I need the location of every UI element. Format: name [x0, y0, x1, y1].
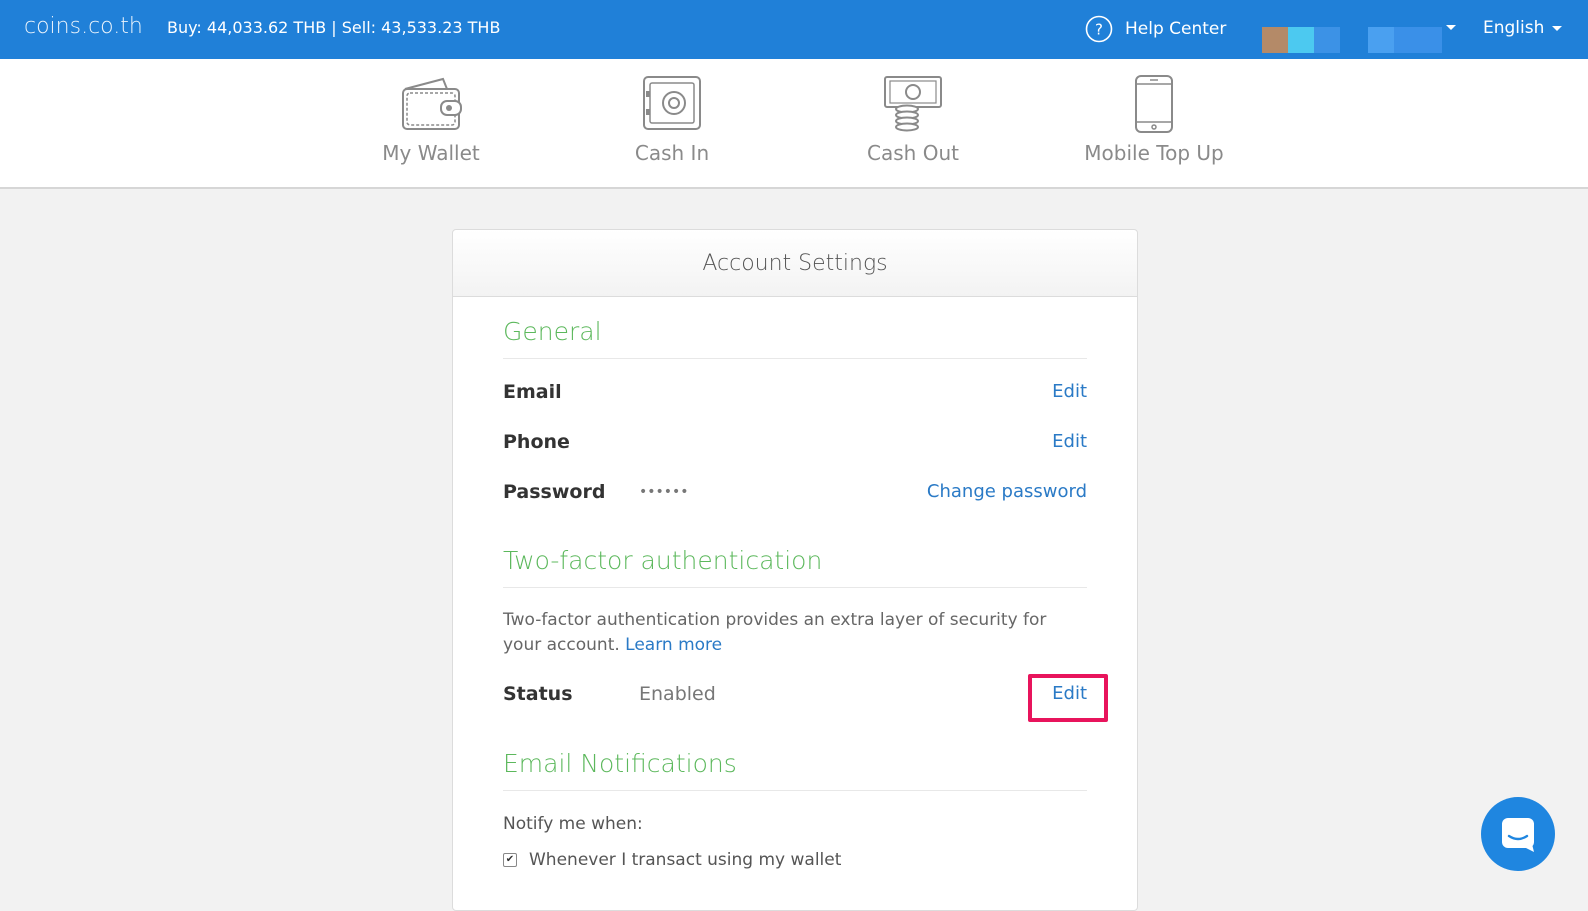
- main-nav: My Wallet Cash In Cash Out Mobile Top Up: [0, 59, 1588, 189]
- price-ticker: Buy: 44,033.62 THB | Sell: 43,533.23 THB: [167, 18, 501, 37]
- notify-option-label: Whenever I transact using my wallet: [529, 850, 842, 870]
- two-factor-description: Two-factor authentication provides an ex…: [503, 608, 1087, 658]
- wallet-icon: [402, 77, 462, 130]
- status-label: Status: [503, 683, 573, 705]
- two-factor-status-row: Status Enabled Edit: [503, 683, 1087, 713]
- question-icon: ?: [1085, 15, 1113, 43]
- nav-mobile-top-up-label: Mobile Top Up: [1084, 141, 1224, 165]
- email-notifications-heading: Email Notifications: [503, 749, 1087, 791]
- avatar: [1262, 27, 1442, 53]
- phone-row: Phone Edit: [503, 431, 1087, 461]
- status-value: Enabled: [639, 683, 716, 705]
- mobile-phone-icon: [1135, 75, 1173, 133]
- user-menu-caret-icon[interactable]: [1446, 25, 1456, 30]
- nav-my-wallet[interactable]: My Wallet: [341, 75, 521, 165]
- svg-text:?: ?: [1095, 21, 1103, 39]
- nav-cash-out-label: Cash Out: [867, 141, 959, 165]
- language-label: English: [1483, 18, 1545, 38]
- nav-cash-in-label: Cash In: [634, 141, 710, 165]
- nav-my-wallet-label: My Wallet: [382, 141, 480, 165]
- two-factor-description-text: Two-factor authentication provides an ex…: [503, 610, 1047, 655]
- language-selector[interactable]: English: [1483, 18, 1563, 38]
- password-row: Password •••••• Change password: [503, 481, 1087, 511]
- help-center-link[interactable]: ? Help Center: [1085, 13, 1226, 45]
- general-heading: General: [503, 317, 1087, 359]
- highlight-box: [1028, 674, 1108, 722]
- cash-out-icon: [884, 76, 942, 132]
- notify-option-transact[interactable]: ✔ Whenever I transact using my wallet: [503, 850, 841, 870]
- chat-bubble-icon: [1502, 818, 1534, 852]
- two-factor-heading: Two-factor authentication: [503, 546, 1087, 588]
- user-menu[interactable]: [1262, 27, 1442, 53]
- notify-intro: Notify me when:: [503, 814, 643, 834]
- top-bar: coins.co.th Buy: 44,033.62 THB | Sell: 4…: [0, 0, 1588, 59]
- change-password-link[interactable]: Change password: [927, 481, 1087, 502]
- chat-launcher-button[interactable]: [1481, 797, 1555, 871]
- email-row: Email Edit: [503, 381, 1087, 411]
- account-settings-card: Account Settings General Email Edit Phon…: [452, 229, 1138, 911]
- chevron-down-icon: [1552, 25, 1563, 31]
- learn-more-link[interactable]: Learn more: [625, 635, 722, 655]
- nav-cash-in[interactable]: Cash In: [582, 75, 762, 165]
- password-value: ••••••: [639, 484, 689, 500]
- help-center-label: Help Center: [1125, 19, 1227, 39]
- edit-phone-link[interactable]: Edit: [1052, 431, 1087, 452]
- safe-icon: [643, 76, 701, 130]
- nav-cash-out[interactable]: Cash Out: [823, 75, 1003, 165]
- brand-logo[interactable]: coins.co.th: [24, 14, 143, 39]
- checkbox-checked-icon[interactable]: ✔: [503, 853, 517, 867]
- edit-email-link[interactable]: Edit: [1052, 381, 1087, 402]
- email-label: Email: [503, 381, 562, 403]
- phone-label: Phone: [503, 431, 570, 453]
- nav-mobile-top-up[interactable]: Mobile Top Up: [1064, 75, 1244, 165]
- password-label: Password: [503, 481, 606, 503]
- card-title: Account Settings: [453, 230, 1137, 297]
